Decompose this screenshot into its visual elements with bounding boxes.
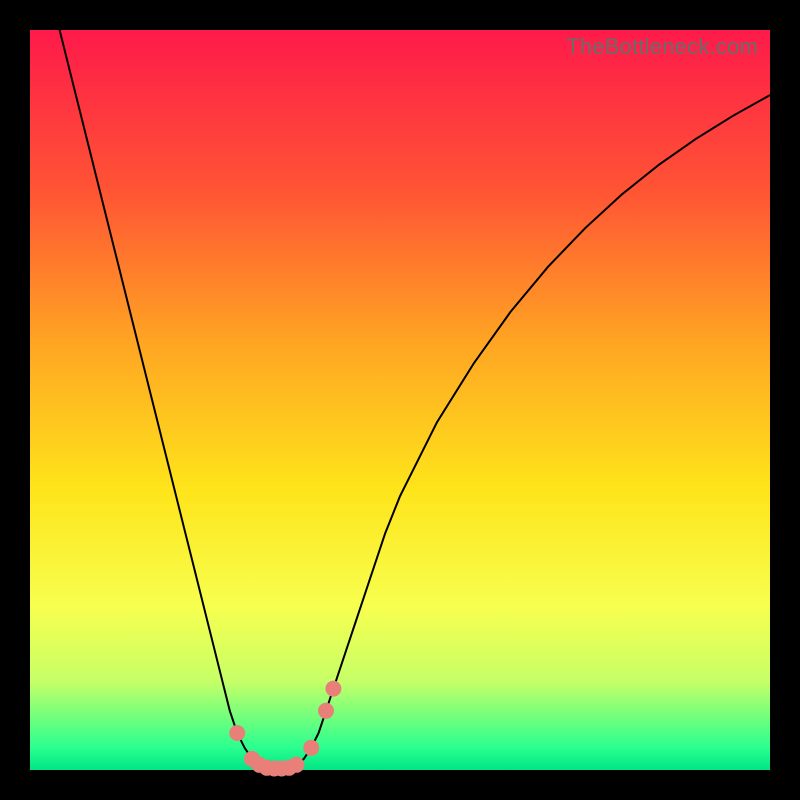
data-marker — [288, 757, 304, 773]
curve-svg — [30, 30, 770, 770]
data-marker — [229, 725, 245, 741]
data-marker — [318, 703, 334, 719]
marker-group — [229, 681, 341, 777]
plot-area: TheBottleneck.com — [30, 30, 770, 770]
bottleneck-curve — [30, 0, 770, 769]
data-marker — [303, 740, 319, 756]
chart-frame: TheBottleneck.com — [0, 0, 800, 800]
data-marker — [325, 681, 341, 697]
